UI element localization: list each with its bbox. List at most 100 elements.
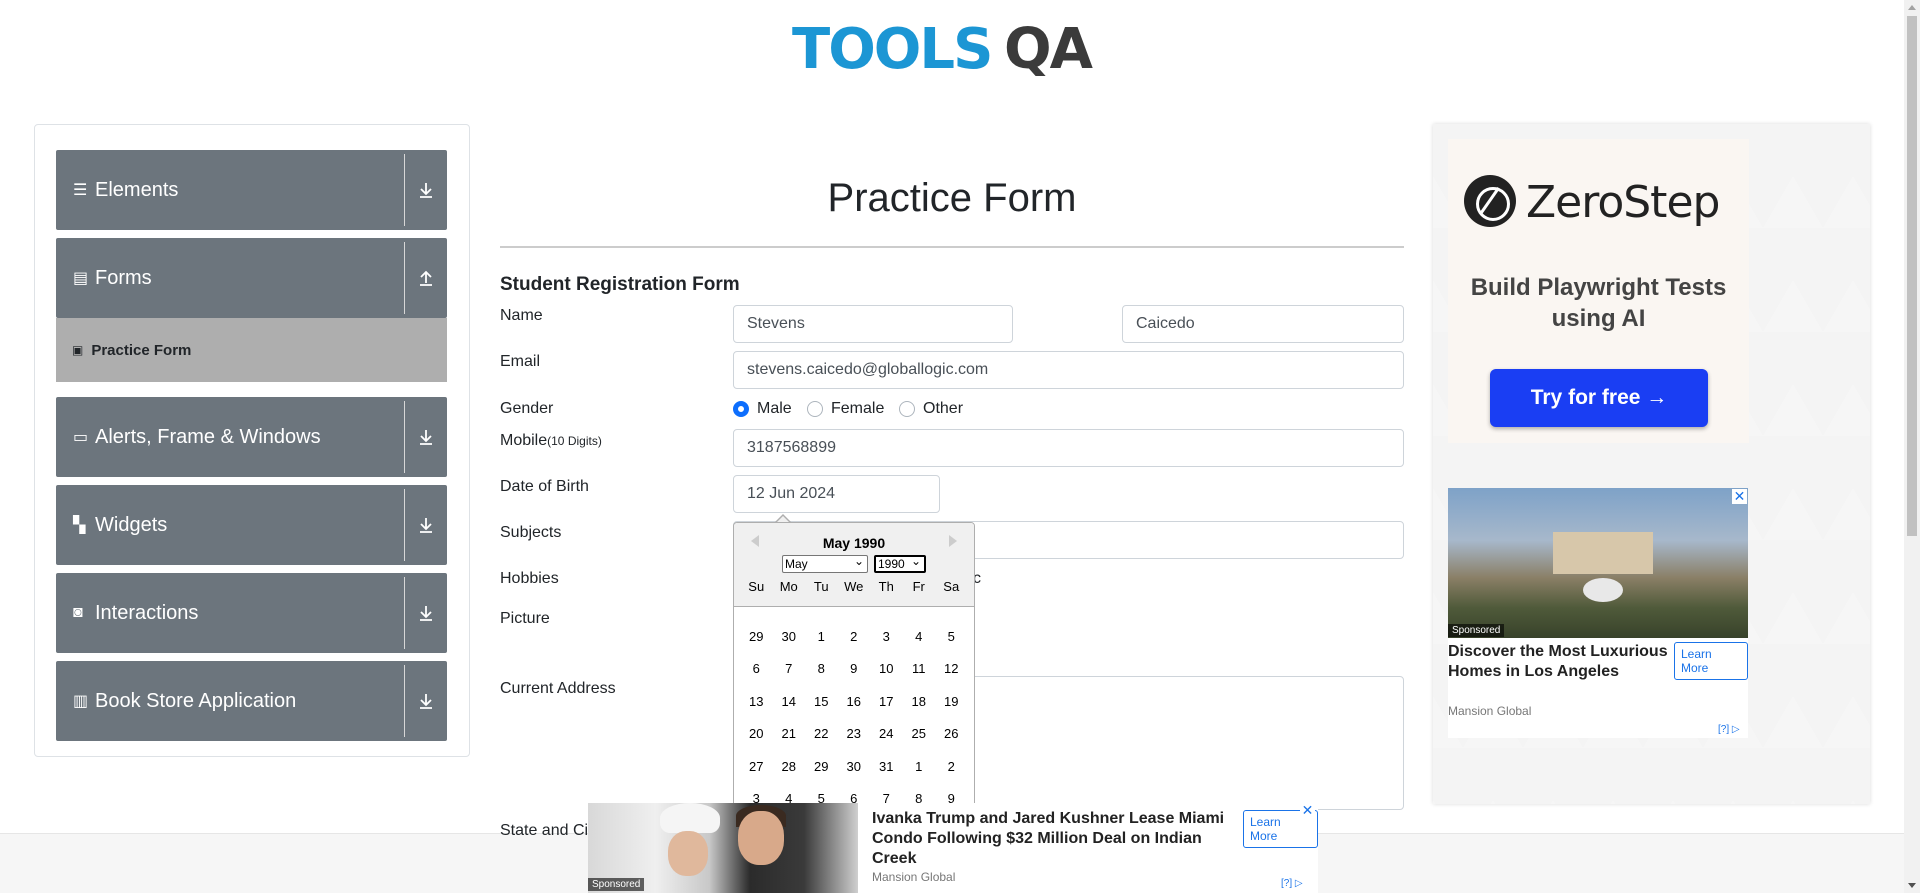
radio-checked-icon bbox=[733, 401, 749, 417]
datepicker-day[interactable]: 29 bbox=[805, 759, 838, 774]
adchoices-icon[interactable]: [?] ▷ bbox=[1718, 724, 1740, 735]
datepicker-day[interactable]: 7 bbox=[773, 661, 806, 676]
gender-radio-female[interactable]: Female bbox=[807, 400, 884, 418]
vertical-scrollbar[interactable] bbox=[1904, 0, 1920, 893]
gender-radio-other[interactable]: Other bbox=[899, 400, 963, 418]
datepicker-day[interactable]: 25 bbox=[903, 726, 936, 741]
month-select[interactable]: May bbox=[782, 553, 868, 573]
weekday-name: Sa bbox=[943, 579, 960, 594]
datepicker-day[interactable]: 19 bbox=[935, 694, 968, 709]
year-select[interactable]: 1990 bbox=[874, 554, 926, 573]
hat-shape bbox=[660, 803, 720, 833]
window-icon: ▭ bbox=[73, 429, 89, 446]
datepicker-day[interactable]: 22 bbox=[805, 726, 838, 741]
datepicker-day[interactable]: 2 bbox=[935, 759, 968, 774]
sidebar-group-label: Forms bbox=[95, 266, 152, 289]
weekday-row: Su Mo Tu We Th Fr Sa bbox=[740, 579, 968, 594]
datepicker-day[interactable]: 30 bbox=[773, 629, 806, 644]
divider bbox=[404, 577, 405, 649]
datepicker-day[interactable]: 26 bbox=[935, 726, 968, 741]
datepicker-day[interactable]: 29 bbox=[740, 629, 773, 644]
learn-more-button[interactable]: Learn More bbox=[1674, 642, 1748, 680]
weekday-name: Th bbox=[878, 579, 894, 594]
datepicker-day[interactable]: 2 bbox=[838, 629, 871, 644]
name-label: Name bbox=[500, 307, 543, 324]
scroll-up-arrow-icon[interactable] bbox=[1908, 5, 1916, 10]
datepicker-day[interactable]: 6 bbox=[740, 661, 773, 676]
sponsored-badge: Sponsored bbox=[588, 878, 645, 891]
gender-radio-male[interactable]: Male bbox=[733, 400, 792, 418]
datepicker-day[interactable]: 14 bbox=[773, 694, 806, 709]
interactions-icon: ◙ bbox=[73, 604, 83, 621]
sidebar-group-forms[interactable]: ▤ Forms bbox=[56, 238, 447, 318]
weekday-name: Fr bbox=[912, 579, 925, 594]
divider bbox=[404, 401, 405, 473]
datepicker-day[interactable]: 13 bbox=[740, 694, 773, 709]
toolsqa-logo[interactable]: TOOLS QA bbox=[792, 14, 1116, 90]
mobile-input[interactable]: 3187568899 bbox=[733, 429, 1404, 467]
datepicker-day[interactable]: 20 bbox=[740, 726, 773, 741]
scrollbar-thumb[interactable] bbox=[1907, 16, 1917, 536]
bottom-ad[interactable]: Sponsored Ivanka Trump and Jared Kushner… bbox=[588, 803, 1318, 893]
datepicker-current-month: May 1990 bbox=[822, 535, 886, 551]
first-name-input[interactable]: Stevens bbox=[733, 305, 1013, 343]
mansion-ad[interactable]: Sponsored ✕ Discover the Most Luxurious … bbox=[1448, 488, 1748, 738]
datepicker-day[interactable]: 12 bbox=[935, 661, 968, 676]
person-shape bbox=[668, 831, 708, 876]
download-arrow-icon bbox=[420, 606, 432, 621]
datepicker-day[interactable]: 30 bbox=[838, 759, 871, 774]
sidebar-group-widgets[interactable]: ▚ Widgets bbox=[56, 485, 447, 565]
datepicker-day[interactable]: 3 bbox=[870, 629, 903, 644]
datepicker-day[interactable]: 17 bbox=[870, 694, 903, 709]
weekday-name: Su bbox=[748, 579, 765, 594]
hobbies-label: Hobbies bbox=[500, 570, 559, 587]
datepicker-day[interactable]: 18 bbox=[903, 694, 936, 709]
datepicker-day[interactable]: 4 bbox=[903, 629, 936, 644]
divider bbox=[500, 246, 1404, 248]
adchoices-icon[interactable]: [?] ▷ bbox=[1281, 878, 1303, 889]
datepicker-header: May 1990 May 1990 Su Mo Tu We Th Fr Sa bbox=[734, 523, 974, 607]
sidebar-group-interactions[interactable]: ◙ Interactions bbox=[56, 573, 447, 653]
mobile-label-text: Mobile bbox=[500, 432, 548, 449]
close-icon[interactable]: ✕ bbox=[1300, 803, 1315, 818]
try-for-free-button[interactable]: Try for free → bbox=[1490, 369, 1708, 427]
datepicker-day[interactable]: 8 bbox=[805, 661, 838, 676]
sidebar-group-bookstore[interactable]: ▥ Book Store Application bbox=[56, 661, 447, 741]
email-input[interactable]: stevens.caicedo@globallogic.com bbox=[733, 351, 1404, 389]
datepicker-day[interactable]: 15 bbox=[805, 694, 838, 709]
datepicker-day[interactable]: 11 bbox=[903, 661, 936, 676]
datepicker-day[interactable]: 31 bbox=[870, 759, 903, 774]
sidebar-group-alerts[interactable]: ▭ Alerts, Frame & Windows bbox=[56, 397, 447, 477]
sidebar-item-practice-form[interactable]: ▣ Practice Form bbox=[56, 318, 447, 382]
close-icon[interactable]: ✕ bbox=[1732, 489, 1747, 504]
logo-tools-text: TOOLS bbox=[792, 17, 993, 82]
datepicker-day[interactable]: 1 bbox=[903, 759, 936, 774]
gender-label: Gender bbox=[500, 400, 554, 417]
datepicker-week-row: 20 21 22 23 24 25 26 bbox=[740, 718, 968, 751]
datepicker-day[interactable]: 27 bbox=[740, 759, 773, 774]
scroll-down-arrow-icon[interactable] bbox=[1908, 883, 1916, 888]
datepicker-day[interactable]: 24 bbox=[870, 726, 903, 741]
ad-headline[interactable]: Discover the Most Luxurious Homes in Los… bbox=[1448, 642, 1673, 682]
zerostep-ad[interactable]: ZeroStep Build Playwright Tests using AI… bbox=[1448, 139, 1749, 443]
datepicker-day[interactable]: 10 bbox=[870, 661, 903, 676]
menu-icon: ☰ bbox=[73, 182, 88, 199]
ad-headline[interactable]: Ivanka Trump and Jared Kushner Lease Mia… bbox=[872, 809, 1242, 869]
datepicker-day[interactable]: 5 bbox=[935, 629, 968, 644]
datepicker-day[interactable]: 1 bbox=[805, 629, 838, 644]
dob-input[interactable]: 12 Jun 2024 bbox=[733, 475, 940, 513]
weekday-name: Mo bbox=[779, 579, 798, 594]
last-name-input[interactable]: Caicedo bbox=[1122, 305, 1404, 343]
next-month-icon[interactable] bbox=[949, 535, 957, 547]
divider bbox=[404, 665, 405, 737]
divider bbox=[404, 489, 405, 561]
datepicker-day[interactable]: 9 bbox=[838, 661, 871, 676]
datepicker-day[interactable]: 23 bbox=[838, 726, 871, 741]
datepicker-day[interactable]: 21 bbox=[773, 726, 806, 741]
datepicker-day[interactable]: 16 bbox=[838, 694, 871, 709]
datepicker-week-row: 29 30 1 2 3 4 5 bbox=[740, 620, 968, 653]
datepicker-popup: May 1990 May 1990 Su Mo Tu We Th Fr Sa 2… bbox=[733, 522, 975, 812]
datepicker-week-row: 13 14 15 16 17 18 19 bbox=[740, 685, 968, 718]
datepicker-day[interactable]: 28 bbox=[773, 759, 806, 774]
sidebar-group-elements[interactable]: ☰ Elements bbox=[56, 150, 447, 230]
